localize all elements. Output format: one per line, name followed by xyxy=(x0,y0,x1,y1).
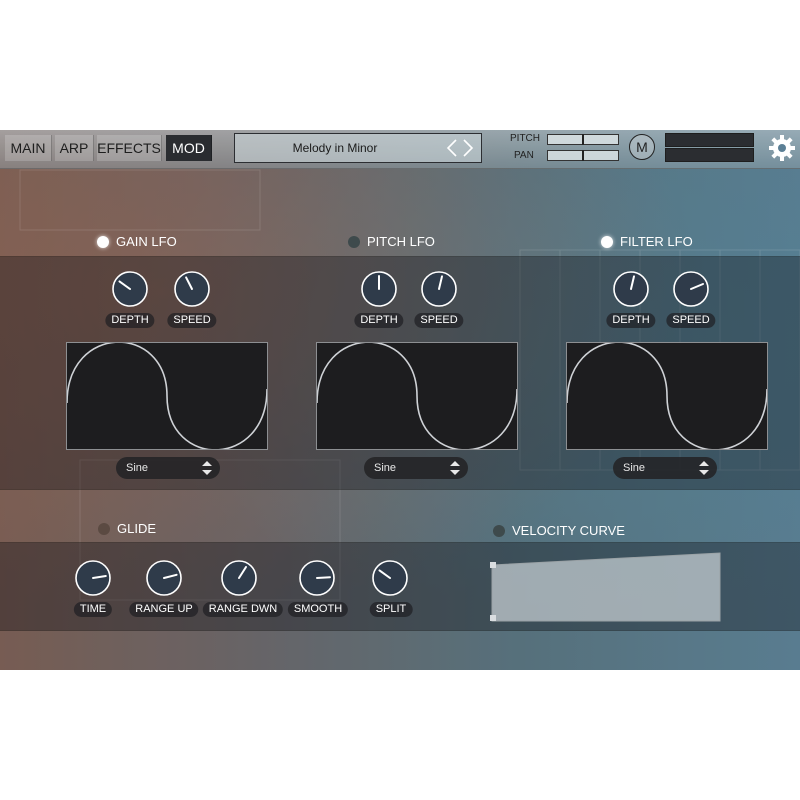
glide-split-knob[interactable] xyxy=(371,559,409,597)
velocity-curve-led xyxy=(493,524,505,537)
tab-effects[interactable]: EFFECTS xyxy=(97,135,162,161)
gain-lfo-waveform-select[interactable]: Sine xyxy=(116,457,220,479)
gear-icon[interactable] xyxy=(767,133,797,163)
gain-depth-knob[interactable] xyxy=(111,270,149,308)
curve-handle-end[interactable] xyxy=(490,615,496,621)
pan-slider[interactable] xyxy=(547,150,619,161)
velocity-curve-toggle[interactable]: VELOCITY CURVE xyxy=(493,523,625,538)
filter-lfo-waveform-value: Sine xyxy=(623,462,646,474)
curve-handle-start[interactable] xyxy=(490,562,496,568)
glide-toggle[interactable]: GLIDE xyxy=(98,521,156,536)
filter-depth-label: DEPTH xyxy=(606,313,656,328)
filter-speed-knob[interactable] xyxy=(672,270,710,308)
pitch-slider-thumb[interactable] xyxy=(582,134,584,145)
plugin-window: MAIN ARP EFFECTS MOD Melody in Minor PIT… xyxy=(0,130,800,670)
gain-speed-knob[interactable] xyxy=(173,270,211,308)
filter-lfo-waveform-select[interactable]: Sine xyxy=(613,457,717,479)
knob-pointer xyxy=(316,576,331,579)
gain-lfo-waveform-display xyxy=(66,342,268,450)
next-preset-icon[interactable] xyxy=(459,138,477,158)
gain-lfo-toggle[interactable]: GAIN LFO xyxy=(97,234,177,249)
pan-label: PAN xyxy=(514,150,534,161)
gain-depth-label: DEPTH xyxy=(105,313,155,328)
glide-title: GLIDE xyxy=(117,521,157,536)
velocity-curve-title: VELOCITY CURVE xyxy=(512,523,625,538)
filter-lfo-toggle[interactable]: FILTER LFO xyxy=(601,234,693,249)
up-down-arrows-icon xyxy=(699,461,709,475)
pitch-slider[interactable] xyxy=(547,134,619,145)
preset-selector[interactable]: Melody in Minor xyxy=(234,133,482,163)
tab-mod[interactable]: MOD xyxy=(166,135,212,161)
pitch-lfo-waveform-value: Sine xyxy=(374,462,397,474)
pitch-label: PITCH xyxy=(510,133,540,144)
glide-split-label: SPLIT xyxy=(369,602,413,617)
pitch-depth-knob[interactable] xyxy=(360,270,398,308)
glide-time-label: TIME xyxy=(73,602,113,617)
m-button[interactable]: M xyxy=(629,134,655,160)
gain-lfo-led xyxy=(97,235,109,248)
filter-lfo-led xyxy=(601,235,613,248)
filter-lfo-waveform-display xyxy=(566,342,768,450)
glide-range-down-label: RANGE DWN xyxy=(202,602,284,617)
pan-slider-thumb[interactable] xyxy=(582,150,584,161)
filter-lfo-title: FILTER LFO xyxy=(620,234,693,249)
pitch-lfo-led xyxy=(348,235,360,248)
pitch-depth-label: DEPTH xyxy=(354,313,404,328)
top-bar: MAIN ARP EFFECTS MOD Melody in Minor PIT… xyxy=(0,130,800,169)
level-meter-right xyxy=(665,148,754,162)
tab-main[interactable]: MAIN xyxy=(5,135,52,161)
velocity-curve-editor[interactable] xyxy=(490,551,722,623)
pitch-speed-label: SPEED xyxy=(414,313,464,328)
glide-smooth-knob[interactable] xyxy=(298,559,336,597)
glide-range-up-knob[interactable] xyxy=(145,559,183,597)
level-meter-left xyxy=(665,133,754,147)
pitch-lfo-waveform-display xyxy=(316,342,518,450)
up-down-arrows-icon xyxy=(450,461,460,475)
up-down-arrows-icon xyxy=(202,461,212,475)
filter-speed-label: SPEED xyxy=(666,313,716,328)
gain-lfo-title: GAIN LFO xyxy=(116,234,177,249)
glide-smooth-label: SMOOTH xyxy=(287,602,349,617)
pitch-lfo-waveform-select[interactable]: Sine xyxy=(364,457,468,479)
glide-range-up-label: RANGE UP xyxy=(129,602,199,617)
glide-time-knob[interactable] xyxy=(74,559,112,597)
glide-range-down-knob[interactable] xyxy=(220,559,258,597)
pitch-lfo-toggle[interactable]: PITCH LFO xyxy=(348,234,435,249)
glide-led xyxy=(98,522,110,535)
bottom-strip xyxy=(0,631,800,670)
pitch-speed-knob[interactable] xyxy=(420,270,458,308)
filter-depth-knob[interactable] xyxy=(612,270,650,308)
gain-lfo-waveform-value: Sine xyxy=(126,462,149,474)
tab-arp[interactable]: ARP xyxy=(55,135,94,161)
pitch-lfo-title: PITCH LFO xyxy=(367,234,435,249)
preset-name: Melody in Minor xyxy=(292,141,378,155)
gain-speed-label: SPEED xyxy=(167,313,217,328)
